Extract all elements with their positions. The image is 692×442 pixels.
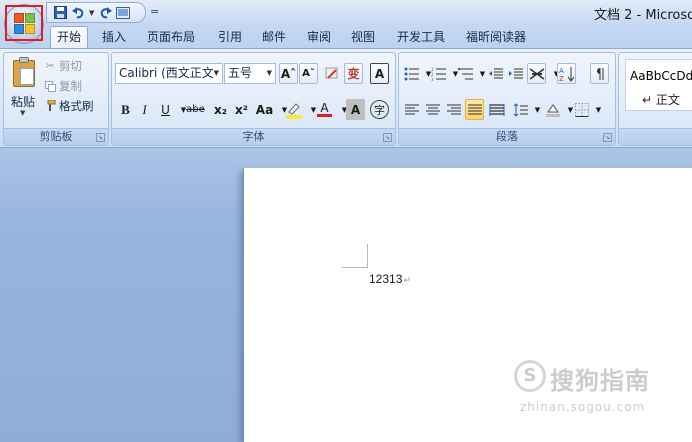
italic-button[interactable]: I [135,99,154,120]
align-left-icon[interactable] [402,99,421,120]
scissors-icon: ✂ [45,60,55,72]
paste-button-label[interactable]: 粘贴 [11,93,35,110]
tab-mailings[interactable]: 邮件 [262,29,286,48]
font-color-button[interactable]: A [315,99,334,120]
strikethrough-button[interactable]: abe [186,99,205,120]
undo-icon[interactable] [71,6,85,20]
shrink-font-button[interactable]: Aˇ [299,63,318,84]
paragraph-mark: ↵ [403,275,411,285]
format-painter-button[interactable]: 格式刷 [44,98,94,114]
underline-button[interactable]: U [156,99,175,120]
style-name-label: ↵ 正文 [642,93,680,107]
tab-references[interactable]: 引用 [218,29,242,48]
title-bar: ▼ = 文档 2 - Microsof [0,0,692,25]
ribbon: 粘贴 ▼ ✂ 剪切 复制 格式刷 剪贴板 ↘ Calibri (西文正文 ▼ 五号… [0,48,692,148]
clipboard-group-label: 剪贴板 [4,128,108,145]
format-painter-icon [44,100,56,112]
clear-formatting-icon[interactable] [322,63,341,84]
font-size-combo[interactable]: 五号 ▼ [224,63,276,84]
print-preview-icon[interactable] [116,6,131,20]
tab-review[interactable]: 审阅 [307,29,331,48]
tab-insert[interactable]: 插入 [102,29,126,48]
font-size-value: 五号 [228,66,253,80]
font-name-combo[interactable]: Calibri (西文正文 ▼ [115,63,223,84]
decrease-indent-icon[interactable] [486,63,505,84]
copy-button[interactable]: 复制 [44,78,82,94]
document-text: 12313 [369,272,403,286]
font-launcher-icon[interactable]: ↘ [383,133,392,142]
undo-dropdown-icon[interactable]: ▼ [89,9,94,17]
cut-button[interactable]: ✂ 剪切 [44,58,82,74]
grow-font-button[interactable]: Aˆ [279,63,298,84]
font-size-dropdown-icon[interactable]: ▼ [267,64,272,83]
document-body-text[interactable]: 12313↵ [369,272,411,286]
svg-text:3: 3 [431,77,434,81]
highlight-color-button[interactable] [284,99,303,120]
char-shading-button[interactable]: A [346,99,365,120]
styles-group: AaBbCcDdI ↵ 正文 [618,52,692,146]
font-name-dropdown-icon[interactable]: ▼ [214,64,219,83]
align-right-icon[interactable] [444,99,463,120]
phonetic-guide-button[interactable]: 变 [344,63,363,84]
tab-view[interactable]: 视图 [351,29,375,48]
office-logo-icon [14,13,36,35]
style-sample-text: AaBbCcDdI [630,69,692,83]
tab-foxit-reader[interactable]: 福昕阅读器 [466,29,526,48]
styles-group-label [619,128,692,145]
font-group-label: 字体 [112,128,395,145]
chinese-layout-icon[interactable] [527,63,546,84]
tab-home[interactable]: 开始 [50,26,89,48]
format-painter-label: 格式刷 [59,99,94,113]
ribbon-tabs: 开始 插入 页面布局 引用 邮件 审阅 视图 开发工具 福昕阅读器 [0,25,692,48]
highlighter-icon [285,102,302,119]
copy-label: 复制 [59,79,82,93]
subscript-button[interactable]: x₂ [211,99,230,120]
window-title: 文档 2 - Microsof [594,8,692,23]
distributed-icon[interactable] [487,99,506,120]
clipboard-launcher-icon[interactable]: ↘ [96,133,105,142]
style-normal-card[interactable]: AaBbCcDdI ↵ 正文 [625,59,692,111]
clipboard-group: 粘贴 ▼ ✂ 剪切 复制 格式刷 剪贴板 ↘ [3,52,109,146]
justify-icon[interactable] [465,99,484,120]
tab-page-layout[interactable]: 页面布局 [147,29,195,48]
enclose-char-button[interactable]: 字 [370,100,389,119]
paragraph-group-label: 段落 [399,128,615,145]
page-margin-corner-mark [342,244,368,268]
increase-indent-icon[interactable] [506,63,525,84]
char-border-button[interactable]: A [370,63,389,84]
superscript-button[interactable]: x² [232,99,251,120]
copy-icon [44,80,56,92]
paste-icon[interactable] [11,57,37,87]
shading-icon[interactable] [543,99,562,120]
font-color-label: A [320,101,329,115]
quick-access-toolbar: ▼ [46,2,146,23]
align-center-icon[interactable] [423,99,442,120]
save-icon[interactable] [53,6,67,20]
font-color-bar [317,114,332,117]
svg-text:A: A [559,67,564,75]
office-button[interactable] [4,4,44,44]
svg-text:Z: Z [559,75,564,82]
change-case-button[interactable]: Aa [255,99,274,120]
tab-developer[interactable]: 开发工具 [397,29,445,48]
bold-button[interactable]: B [116,99,135,120]
sort-icon[interactable]: AZ [557,63,576,84]
show-marks-icon[interactable] [590,63,609,84]
document-page[interactable]: 12313↵ [244,168,692,442]
redo-icon[interactable] [98,6,112,20]
paragraph-launcher-icon[interactable]: ↘ [603,133,612,142]
paste-dropdown-icon[interactable]: ▼ [20,109,25,117]
cut-label: 剪切 [59,59,82,73]
font-name-value: Calibri (西文正文 [119,66,214,80]
borders-dropdown-icon[interactable]: ▼ [589,99,608,120]
font-group: Calibri (西文正文 ▼ 五号 ▼ Aˆ Aˇ 变 A B I U ▼ abe… [111,52,396,146]
paragraph-group: ▼ 123 ▼ ▼ ▼ AZ [398,52,616,146]
customize-qat-icon[interactable]: = [150,5,159,18]
